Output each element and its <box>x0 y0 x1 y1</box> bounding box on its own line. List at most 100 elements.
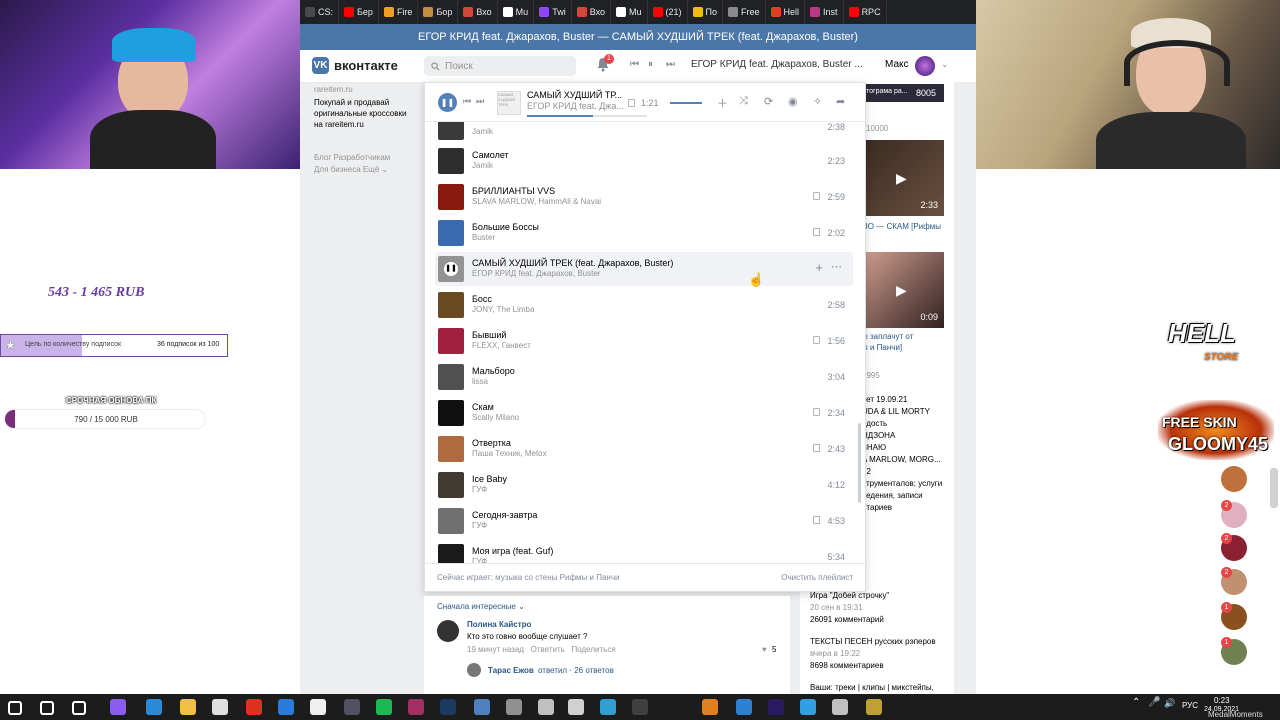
track-artist[interactable]: Scally Milano <box>472 413 519 422</box>
telegram-icon[interactable] <box>800 699 816 715</box>
right-list-item[interactable]: ведения, записи <box>862 490 954 502</box>
browser-tab[interactable]: По <box>688 0 724 24</box>
windows-start-icon[interactable] <box>8 701 22 715</box>
now-playing-source[interactable]: Сейчас играет: музыка со стены Рифмы и П… <box>437 573 619 582</box>
track-cover[interactable] <box>438 364 464 390</box>
steam-icon[interactable] <box>440 699 456 715</box>
app-purple-icon[interactable] <box>110 699 126 715</box>
app-dark-icon[interactable] <box>632 699 648 715</box>
lyrics-icon[interactable] <box>813 192 820 200</box>
right-list-item[interactable]: вет 19.09.21 <box>862 394 954 406</box>
keyboard-lang[interactable]: РУС <box>1182 701 1198 710</box>
app-white-icon[interactable] <box>568 699 584 715</box>
prev-track-button[interactable]: ⏮ <box>463 96 471 107</box>
track-artist[interactable]: Buster <box>472 233 495 242</box>
video-thumb-1[interactable]: ▶ 2:33 <box>862 140 944 216</box>
browser-tab[interactable]: RPC <box>844 0 887 24</box>
browser-tab[interactable]: Free <box>723 0 766 24</box>
post-comments[interactable]: 8698 комментариев <box>810 660 936 672</box>
lyrics-icon[interactable] <box>813 408 820 416</box>
right-list-item[interactable]: UDA & LIL MORTY <box>862 406 954 418</box>
video-title-2[interactable]: ы заплачут от ы и Панчи] <box>862 331 913 353</box>
search-icon[interactable] <box>40 701 54 715</box>
header-next-button[interactable]: ⏭ <box>666 59 675 70</box>
heart-icon[interactable]: ♥ <box>762 645 767 654</box>
track-row[interactable]: Самолет Jamik 2:23 <box>435 144 853 178</box>
video-thumb-2[interactable]: ▶ 0:09 <box>862 252 944 328</box>
browser-tab[interactable]: Бер <box>339 0 379 24</box>
current-track-title[interactable]: САМЫЙ ХУДШИЙ ТР... <box>527 90 622 100</box>
track-cover[interactable] <box>438 184 464 210</box>
store-icon[interactable] <box>212 699 228 715</box>
volume-slider[interactable] <box>670 102 702 104</box>
vk-logo[interactable]: VK вконтакте <box>312 57 398 74</box>
mic-icon[interactable]: 🎤 <box>1148 697 1160 708</box>
track-cover[interactable] <box>438 148 464 174</box>
track-row[interactable]: Босс JONY, The Limba 2:58 <box>435 288 853 322</box>
app-yellow-icon[interactable] <box>866 699 882 715</box>
browser-tab[interactable]: Inst <box>805 0 844 24</box>
lyrics-icon[interactable] <box>813 228 820 236</box>
track-row[interactable]: ❚❚ САМЫЙ ХУДШИЙ ТРЕК (feat. Джарахов, Bus… <box>435 252 853 286</box>
browser-tab[interactable]: Hell <box>766 0 806 24</box>
yandex-icon[interactable] <box>246 699 262 715</box>
track-row[interactable]: Скам Scally Milano 2:34 <box>435 396 853 430</box>
browser-tab[interactable]: (21) <box>648 0 688 24</box>
browser-tab[interactable]: Twi <box>534 0 572 24</box>
playlist-scrollbar[interactable] <box>858 423 861 503</box>
post-title[interactable]: Ваши: треки | клипы | микстейпы, <box>810 682 936 694</box>
track-row[interactable]: Отвертка Паша Техник, Metox 2:43 <box>435 432 853 466</box>
track-cover[interactable] <box>438 220 464 246</box>
obs-icon[interactable] <box>344 699 360 715</box>
footer-links-row2[interactable]: Для бизнеса Ещё ⌄ <box>314 164 390 176</box>
shuffle-icon[interactable]: ⤨ <box>739 95 748 108</box>
app-blue-icon[interactable] <box>474 699 490 715</box>
browser-tab[interactable]: Вхо <box>572 0 611 24</box>
steam-alt-icon[interactable] <box>832 699 848 715</box>
progress-bar[interactable] <box>527 115 647 117</box>
browser-tab[interactable]: CS: <box>300 0 340 24</box>
spotify-icon[interactable] <box>376 699 392 715</box>
track-row[interactable]: Ice Baby ГУФ 4:12 <box>435 468 853 502</box>
track-row[interactable]: БРИЛЛИАНТЫ VVS SLAVA MARLOW, HammAli & Na… <box>435 180 853 214</box>
track-row[interactable]: Бывший FLEXX, Ганвест 1:56 <box>435 324 853 358</box>
track-cover[interactable] <box>438 292 464 318</box>
add-icon[interactable]: ＋ <box>717 95 728 111</box>
browser-tab[interactable]: Fire <box>379 0 419 24</box>
lyrics-icon[interactable] <box>813 444 820 452</box>
track-artist[interactable]: ГУФ <box>472 485 487 494</box>
broadcast-icon[interactable]: ◉ <box>788 95 798 108</box>
track-row[interactable]: Большие Боссы Buster 2:02 <box>435 216 853 250</box>
clock-time[interactable]: 0:23 <box>1214 696 1230 705</box>
user-name[interactable]: Макс <box>885 59 909 70</box>
right-list-item[interactable]: ЗНАЮ <box>862 442 954 454</box>
track-cover[interactable] <box>438 544 464 563</box>
lyrics-icon[interactable] <box>813 516 820 524</box>
track-artist[interactable]: ЕГОР КРИД feat. Джарахов, Buster <box>472 269 600 278</box>
comment-avatar[interactable] <box>437 620 459 642</box>
search-input[interactable]: Поиск <box>424 56 576 76</box>
current-track-artist[interactable]: ЕГОР КРИД feat. Джа... <box>527 101 624 111</box>
video-icon[interactable] <box>736 699 752 715</box>
edge-icon[interactable] <box>146 699 162 715</box>
comment-author[interactable]: Полина Кайстро <box>467 620 531 629</box>
track-row[interactable]: Сегодня-завтра ГУФ 4:53 <box>435 504 853 538</box>
lyrics-icon[interactable] <box>628 99 635 107</box>
right-list-item[interactable]: A MARLOW, MORG... <box>862 454 954 466</box>
clear-playlist-button[interactable]: Очистить плейлист <box>781 573 853 582</box>
footer-links-row1[interactable]: Блог Разработчикам <box>314 152 390 164</box>
reply-avatar[interactable] <box>467 663 481 677</box>
track-row[interactable]: Моя игра (feat. Guf) ГУФ 5:34 <box>435 540 853 563</box>
track-cover[interactable] <box>438 328 464 354</box>
track-cover[interactable] <box>438 472 464 498</box>
winrar-icon[interactable] <box>408 699 424 715</box>
browser-tab[interactable]: Mu <box>498 0 535 24</box>
track-artist[interactable]: SLAVA MARLOW, HammAli & Navai <box>472 197 601 206</box>
track-cover[interactable] <box>438 508 464 534</box>
track-row[interactable]: Мальборо lissa 3:04 <box>435 360 853 394</box>
user-avatar[interactable] <box>915 56 935 76</box>
notification-badge[interactable]: тограма ра... 8005 <box>862 84 944 102</box>
browser-tab[interactable]: Mu <box>611 0 648 24</box>
track-artist[interactable]: ГУФ <box>472 521 487 530</box>
similar-icon[interactable]: ✧ <box>813 95 822 108</box>
